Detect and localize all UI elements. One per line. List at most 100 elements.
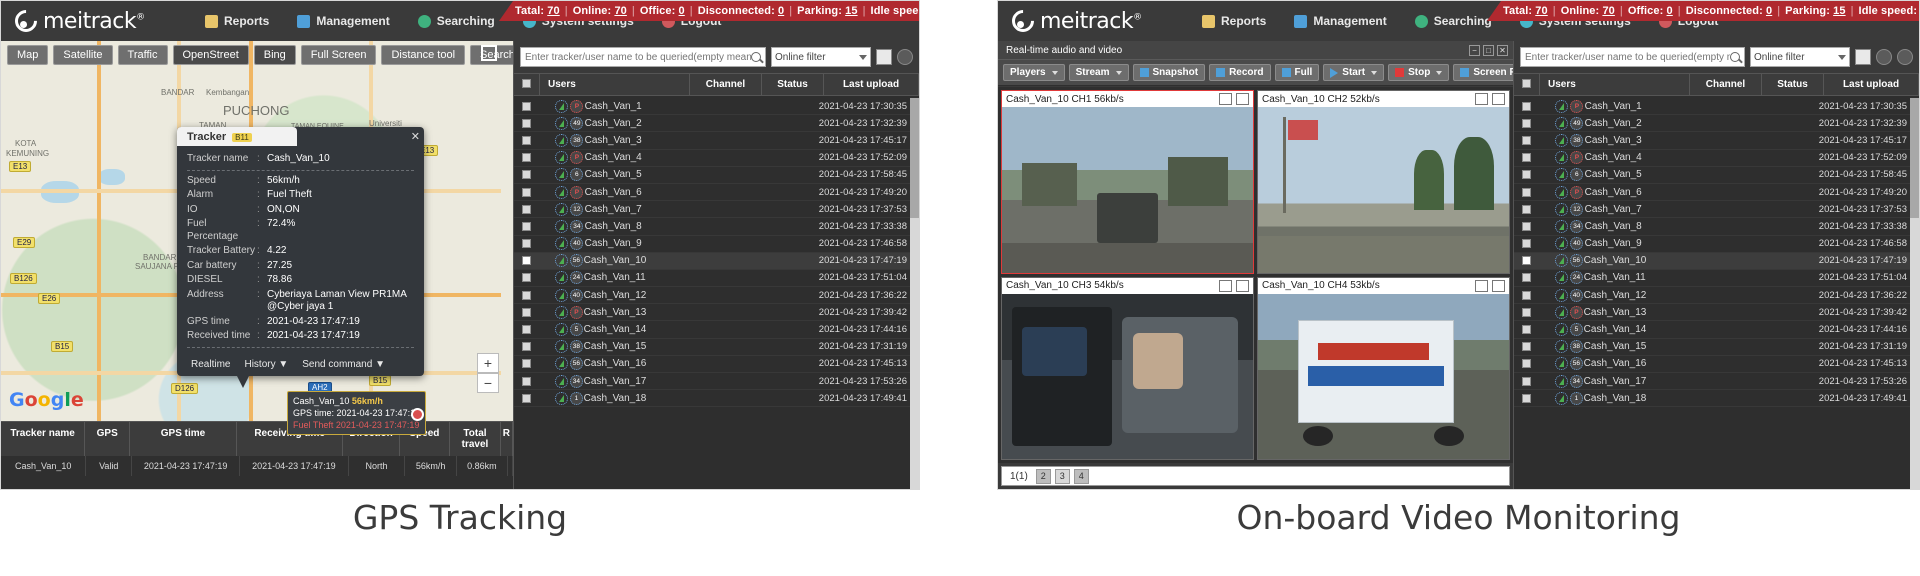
row-checkbox[interactable] bbox=[514, 187, 539, 197]
settings-button[interactable] bbox=[1897, 49, 1913, 65]
pager-page-3[interactable]: 3 bbox=[1054, 468, 1070, 484]
row-checkbox[interactable] bbox=[514, 359, 539, 369]
row-checkbox[interactable] bbox=[514, 307, 539, 317]
header-channel[interactable]: Channel bbox=[1690, 74, 1762, 95]
map-marker-pin[interactable] bbox=[411, 408, 424, 421]
video-btn-record[interactable]: Record bbox=[1209, 64, 1271, 81]
map-btn-openstreet[interactable]: OpenStreet bbox=[172, 45, 249, 65]
table-row[interactable]: 5 Cash_Van_14 2021-04-23 17:44:16 bbox=[514, 321, 919, 339]
table-row[interactable]: 1 Cash_Van_18 2021-04-23 17:49:41 bbox=[514, 390, 919, 408]
table-row[interactable]: P Cash_Van_6 2021-04-23 17:49:20 bbox=[1514, 184, 1919, 202]
video-btn-snapshot[interactable]: Snapshot bbox=[1132, 64, 1206, 81]
table-row[interactable]: 34 Cash_Van_17 2021-04-23 17:53:26 bbox=[1514, 373, 1919, 391]
popup-btn-history[interactable]: History ▼ bbox=[244, 359, 288, 370]
search-input[interactable] bbox=[1525, 51, 1730, 63]
grid-view-button[interactable] bbox=[876, 49, 892, 65]
table-row[interactable]: 56 Cash_Van_16 2021-04-23 17:45:13 bbox=[1514, 356, 1919, 373]
video-cell-3[interactable]: Cash_Van_10 CH3 54kb/s bbox=[1001, 276, 1254, 460]
row-checkbox[interactable] bbox=[514, 153, 539, 163]
row-checkbox[interactable] bbox=[1514, 359, 1539, 369]
row-checkbox[interactable] bbox=[1514, 118, 1539, 128]
grid-view-button[interactable] bbox=[1855, 49, 1871, 65]
refresh-button[interactable] bbox=[897, 49, 913, 65]
nav-item-reports[interactable]: Reports bbox=[1188, 14, 1280, 28]
row-checkbox[interactable] bbox=[514, 325, 539, 335]
row-checkbox[interactable] bbox=[1514, 325, 1539, 335]
row-checkbox[interactable] bbox=[514, 376, 539, 386]
table-row[interactable]: P Cash_Van_13 2021-04-23 17:39:42 bbox=[514, 304, 919, 322]
minimize-icon[interactable]: − bbox=[1469, 44, 1480, 56]
search-input-wrap[interactable] bbox=[1520, 47, 1745, 67]
row-checkbox[interactable] bbox=[514, 170, 539, 180]
row-checkbox[interactable] bbox=[514, 135, 539, 145]
table-row[interactable]: 49 Cash_Van_2 2021-04-23 17:32:39 bbox=[514, 115, 919, 133]
popup-close-icon[interactable]: ✕ bbox=[411, 130, 420, 143]
online-filter-select[interactable]: Online filter bbox=[771, 47, 871, 67]
row-checkbox[interactable] bbox=[1514, 204, 1539, 214]
tracker-list-scrollbar[interactable] bbox=[1910, 98, 1919, 489]
row-checkbox[interactable] bbox=[1514, 153, 1539, 163]
row-checkbox[interactable] bbox=[1514, 221, 1539, 231]
table-row[interactable]: 34 Cash_Van_8 2021-04-23 17:33:38 bbox=[1514, 218, 1919, 236]
row-checkbox[interactable] bbox=[514, 342, 539, 352]
nav-item-searching[interactable]: Searching bbox=[404, 14, 509, 28]
table-row[interactable]: P Cash_Van_6 2021-04-23 17:49:20 bbox=[514, 184, 919, 202]
table-row[interactable]: P Cash_Van_4 2021-04-23 17:52:09 bbox=[1514, 150, 1919, 167]
table-row[interactable]: 1 Cash_Van_18 2021-04-23 17:49:41 bbox=[1514, 390, 1919, 408]
scrollbar-thumb[interactable] bbox=[910, 98, 919, 218]
row-checkbox[interactable] bbox=[1514, 256, 1539, 266]
pager-page-2[interactable]: 2 bbox=[1035, 468, 1051, 484]
select-all-checkbox[interactable] bbox=[514, 74, 540, 95]
header-status[interactable]: Status bbox=[762, 74, 824, 95]
nav-item-reports[interactable]: Reports bbox=[191, 14, 283, 28]
search-icon[interactable] bbox=[1730, 52, 1740, 62]
mute-icon[interactable] bbox=[1492, 93, 1505, 105]
video-btn-full[interactable]: Full bbox=[1274, 64, 1320, 81]
map-area[interactable]: PUCHONGTAMANTAMAN EQUINEKOTAKEMUNINGBAND… bbox=[1, 41, 513, 489]
table-row[interactable]: 40 Cash_Van_12 2021-04-23 17:36:22 bbox=[514, 287, 919, 305]
row-checkbox[interactable] bbox=[1514, 393, 1539, 403]
row-checkbox[interactable] bbox=[1514, 290, 1539, 300]
row-checkbox[interactable] bbox=[514, 256, 539, 266]
row-checkbox[interactable] bbox=[514, 290, 539, 300]
table-row[interactable]: 38 Cash_Van_15 2021-04-23 17:31:19 bbox=[1514, 339, 1919, 356]
row-checkbox[interactable] bbox=[1514, 307, 1539, 317]
row-checkbox[interactable] bbox=[514, 204, 539, 214]
row-checkbox[interactable] bbox=[514, 393, 539, 403]
row-checkbox[interactable] bbox=[514, 118, 539, 128]
row-checkbox[interactable] bbox=[1514, 273, 1539, 283]
table-row[interactable]: 6 Cash_Van_5 2021-04-23 17:58:45 bbox=[1514, 167, 1919, 184]
header-last-upload[interactable]: Last upload bbox=[1824, 74, 1919, 95]
no-video-icon[interactable] bbox=[1475, 93, 1488, 105]
table-row[interactable]: 49 Cash_Van_2 2021-04-23 17:32:39 bbox=[1514, 115, 1919, 133]
mute-icon[interactable] bbox=[1236, 279, 1249, 292]
pager-page-4[interactable]: 4 bbox=[1073, 468, 1089, 484]
table-row[interactable]: 34 Cash_Van_8 2021-04-23 17:33:38 bbox=[514, 218, 919, 236]
no-video-icon[interactable] bbox=[1475, 279, 1488, 292]
table-row[interactable]: 24 Cash_Van_11 2021-04-23 17:51:04 bbox=[514, 270, 919, 288]
map-btn-distance-tool[interactable]: Distance tool bbox=[381, 45, 466, 65]
video-btn-stream[interactable]: Stream bbox=[1068, 64, 1129, 81]
mute-icon[interactable] bbox=[1492, 279, 1505, 292]
table-row[interactable]: 38 Cash_Van_15 2021-04-23 17:31:19 bbox=[514, 339, 919, 356]
close-icon[interactable]: ✕ bbox=[1497, 44, 1508, 56]
header-users[interactable]: Users bbox=[540, 74, 690, 95]
map-btn-map[interactable]: Map bbox=[7, 45, 49, 65]
row-checkbox[interactable] bbox=[514, 221, 539, 231]
nav-item-management[interactable]: Management bbox=[283, 14, 403, 28]
row-checkbox[interactable] bbox=[1514, 170, 1539, 180]
zoom-in-button[interactable]: + bbox=[477, 353, 499, 373]
video-cell-1[interactable]: Cash_Van_10 CH1 56kb/s bbox=[1001, 90, 1254, 274]
popup-btn-send-command[interactable]: Send command ▼ bbox=[302, 359, 385, 370]
nav-item-searching[interactable]: Searching bbox=[1401, 14, 1506, 28]
row-checkbox[interactable] bbox=[1514, 135, 1539, 145]
grid-data-row[interactable]: Cash_Van_10 Valid 2021-04-23 17:47:19 20… bbox=[1, 456, 513, 476]
header-status[interactable]: Status bbox=[1762, 74, 1824, 95]
expand-icon[interactable] bbox=[481, 45, 497, 61]
scrollbar-thumb[interactable] bbox=[1910, 98, 1919, 218]
nav-item-management[interactable]: Management bbox=[1280, 14, 1400, 28]
search-icon[interactable] bbox=[751, 52, 761, 62]
header-last-upload[interactable]: Last upload bbox=[824, 74, 919, 95]
row-checkbox[interactable] bbox=[1514, 376, 1539, 386]
header-users[interactable]: Users bbox=[1540, 74, 1690, 95]
